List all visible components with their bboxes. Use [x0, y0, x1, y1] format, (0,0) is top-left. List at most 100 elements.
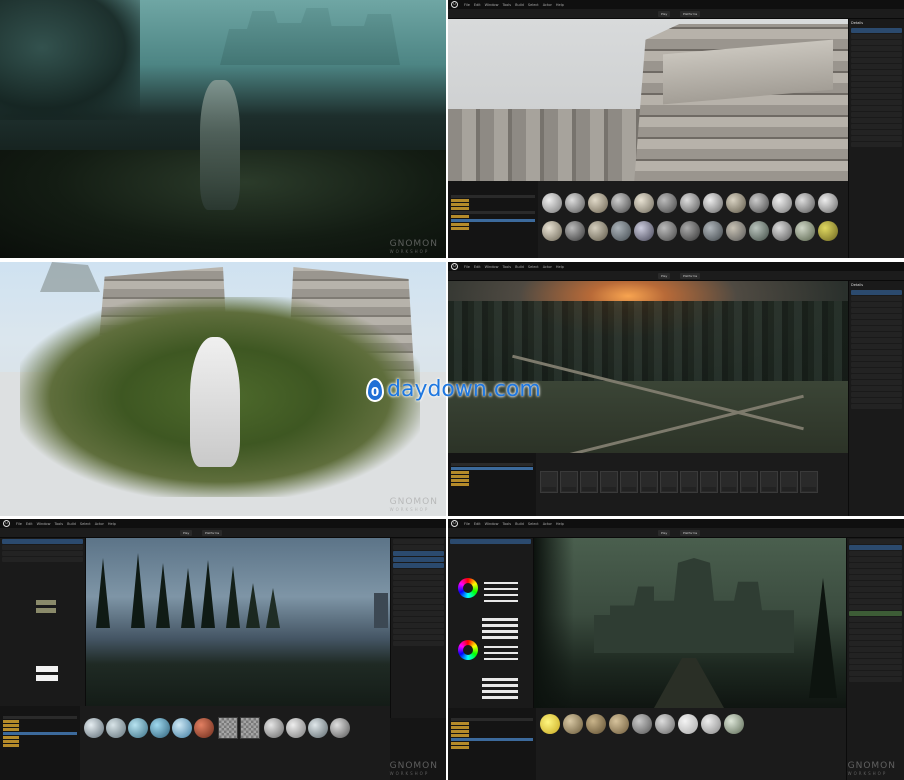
details-row[interactable] [851, 64, 902, 69]
platforms-button[interactable]: Platforms [202, 530, 223, 536]
menu-help[interactable]: Help [108, 522, 116, 526]
color-swatch[interactable] [36, 666, 58, 672]
content-browser-tree[interactable] [448, 181, 538, 258]
color-wheel[interactable] [458, 640, 478, 660]
details-row[interactable] [851, 112, 902, 117]
viewport[interactable] [86, 538, 390, 706]
details-row[interactable] [851, 338, 902, 343]
details-row[interactable] [851, 124, 902, 129]
menu-select[interactable]: Select [528, 265, 539, 269]
platforms-button[interactable]: Platforms [680, 530, 701, 536]
details-row[interactable] [851, 118, 902, 123]
menu-edit[interactable]: Edit [474, 265, 481, 269]
details-row[interactable] [851, 130, 902, 135]
details-row[interactable] [851, 386, 902, 391]
details-row[interactable] [851, 308, 902, 313]
color-wheel[interactable] [458, 578, 478, 598]
color-swatch[interactable] [36, 675, 58, 681]
details-row[interactable] [851, 142, 902, 147]
details-row[interactable] [851, 94, 902, 99]
details-row[interactable] [851, 350, 902, 355]
menu-edit[interactable]: Edit [474, 522, 481, 526]
content-browser-assets[interactable] [536, 453, 848, 516]
details-row[interactable] [851, 404, 902, 409]
details-row[interactable] [851, 392, 902, 397]
details-row[interactable] [851, 362, 902, 367]
menu-file[interactable]: File [464, 522, 470, 526]
menu-build[interactable]: Build [515, 3, 524, 7]
menu-select[interactable]: Select [80, 522, 91, 526]
content-browser-tree[interactable] [448, 708, 536, 780]
menu-file[interactable]: File [464, 265, 470, 269]
details-row[interactable] [851, 58, 902, 63]
menu-actor[interactable]: Actor [543, 522, 552, 526]
platforms-button[interactable]: Platforms [680, 11, 701, 17]
content-browser-tree[interactable] [448, 453, 536, 516]
details-row[interactable] [851, 374, 902, 379]
content-browser-assets[interactable] [80, 706, 390, 780]
details-row[interactable] [851, 296, 902, 301]
unreal-logo-icon: U [451, 263, 458, 270]
menu-tools[interactable]: Tools [502, 3, 511, 7]
details-row[interactable] [851, 100, 902, 105]
menu-file[interactable]: File [16, 522, 22, 526]
details-row[interactable] [851, 76, 902, 81]
content-browser-tree[interactable] [0, 706, 80, 780]
menu-edit[interactable]: Edit [26, 522, 33, 526]
details-row[interactable] [851, 136, 902, 141]
details-row[interactable] [851, 46, 902, 51]
menu-help[interactable]: Help [556, 265, 564, 269]
details-row[interactable] [851, 326, 902, 331]
details-row[interactable] [851, 320, 902, 325]
details-row[interactable] [851, 332, 902, 337]
details-row[interactable] [851, 344, 902, 349]
details-row[interactable] [851, 82, 902, 87]
menu-select[interactable]: Select [528, 522, 539, 526]
menu-help[interactable]: Help [556, 3, 564, 7]
menu-build[interactable]: Build [67, 522, 76, 526]
menu-window[interactable]: Window [485, 265, 499, 269]
menu-build[interactable]: Build [515, 522, 524, 526]
content-browser-assets[interactable] [538, 181, 848, 258]
gnomon-watermark: GNOMON WORKSHOP [847, 761, 896, 776]
unreal-logo-icon: U [3, 520, 10, 527]
play-button[interactable]: Play [658, 11, 671, 17]
details-row[interactable] [851, 88, 902, 93]
details-row[interactable] [851, 70, 902, 75]
platforms-button[interactable]: Platforms [680, 273, 701, 279]
content-browser-assets[interactable] [536, 708, 846, 780]
menu-file[interactable]: File [464, 3, 470, 7]
menu-actor[interactable]: Actor [543, 265, 552, 269]
menu-actor[interactable]: Actor [95, 522, 104, 526]
details-row[interactable] [851, 34, 902, 39]
menu-tools[interactable]: Tools [54, 522, 63, 526]
play-button[interactable]: Play [658, 273, 671, 279]
menu-tools[interactable]: Tools [502, 265, 511, 269]
menu-window[interactable]: Window [37, 522, 51, 526]
menu-bar: U File Edit Window Tools Build Select Ac… [448, 519, 904, 528]
viewport[interactable] [448, 19, 848, 181]
menu-help[interactable]: Help [556, 522, 564, 526]
details-row[interactable] [851, 40, 902, 45]
menu-edit[interactable]: Edit [474, 3, 481, 7]
details-row[interactable] [851, 302, 902, 307]
play-button[interactable]: Play [180, 530, 193, 536]
details-row[interactable] [851, 380, 902, 385]
menu-window[interactable]: Window [485, 522, 499, 526]
menu-window[interactable]: Window [485, 3, 499, 7]
menu-build[interactable]: Build [515, 265, 524, 269]
details-row[interactable] [851, 356, 902, 361]
details-row[interactable] [851, 290, 902, 295]
details-row[interactable] [851, 398, 902, 403]
menu-actor[interactable]: Actor [543, 3, 552, 7]
details-row[interactable] [851, 368, 902, 373]
menu-select[interactable]: Select [528, 3, 539, 7]
viewport[interactable] [534, 538, 846, 708]
menu-tools[interactable]: Tools [502, 522, 511, 526]
details-row[interactable] [851, 314, 902, 319]
details-row[interactable] [851, 28, 902, 33]
details-row[interactable] [851, 52, 902, 57]
details-row[interactable] [851, 106, 902, 111]
viewport[interactable] [448, 281, 848, 453]
play-button[interactable]: Play [658, 530, 671, 536]
